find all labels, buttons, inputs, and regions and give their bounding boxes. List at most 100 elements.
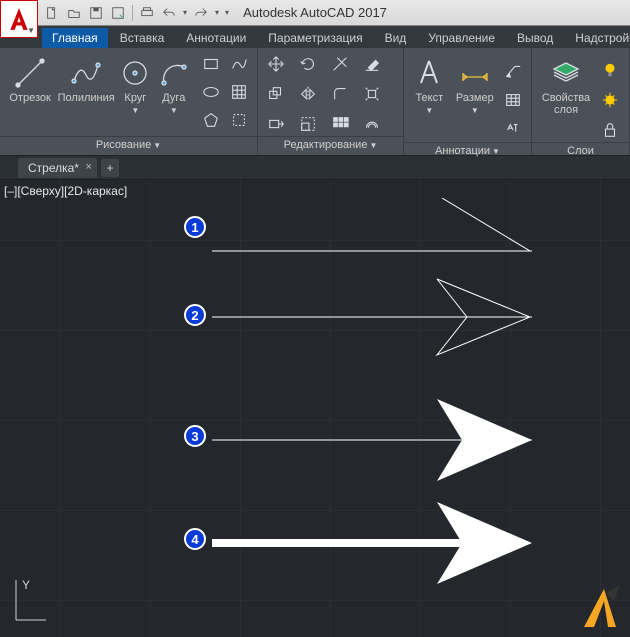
layer-small-tools bbox=[598, 58, 622, 142]
saveas-icon[interactable] bbox=[110, 5, 126, 21]
dimension-icon bbox=[458, 56, 492, 90]
text-icon bbox=[412, 56, 446, 90]
open-icon[interactable] bbox=[66, 5, 82, 21]
draw-small-tools bbox=[199, 52, 251, 132]
arrow-1 bbox=[212, 198, 532, 253]
text-button[interactable]: Текст ▼ bbox=[410, 52, 449, 115]
app-menu-button[interactable]: ▼ bbox=[0, 0, 38, 38]
panel-modify-title[interactable]: Редактирование▼ bbox=[258, 136, 403, 153]
arc-button[interactable]: Дуга ▼ bbox=[157, 52, 191, 115]
app-title: Autodesk AutoCAD 2017 bbox=[243, 5, 387, 20]
leader-icon[interactable] bbox=[501, 58, 525, 82]
polyline-label: Полилиния bbox=[58, 92, 115, 104]
file-tabs: Стрелка* × + bbox=[0, 156, 630, 180]
chevron-down-icon: ▼ bbox=[425, 106, 433, 115]
panel-draw-title[interactable]: Рисование▼ bbox=[0, 136, 257, 153]
tab-annotate[interactable]: Аннотации bbox=[176, 28, 256, 48]
arrow-2 bbox=[212, 277, 532, 357]
tab-insert[interactable]: Вставка bbox=[110, 28, 175, 48]
panel-layers-title[interactable]: Слои bbox=[532, 142, 629, 159]
modify-tools bbox=[264, 52, 386, 136]
marker-2: 2 bbox=[184, 304, 206, 326]
region-icon[interactable] bbox=[227, 108, 251, 132]
chevron-down-icon: ▼ bbox=[170, 106, 178, 115]
table-icon[interactable] bbox=[501, 88, 525, 112]
tab-output[interactable]: Вывод bbox=[507, 28, 563, 48]
erase-icon[interactable] bbox=[360, 52, 384, 76]
titlebar: ▼ ▾ ▾ ▾ Autodesk AutoCAD 2017 bbox=[0, 0, 630, 26]
move-icon[interactable] bbox=[264, 52, 288, 76]
tab-home[interactable]: Главная bbox=[42, 28, 108, 48]
tab-view[interactable]: Вид bbox=[375, 28, 417, 48]
tab-addins[interactable]: Надстройки bbox=[565, 28, 630, 48]
close-icon[interactable]: × bbox=[86, 161, 92, 173]
line-icon bbox=[13, 56, 47, 90]
panel-draw: Отрезок Полилиния Круг ▼ Дуга ▼ bbox=[0, 48, 258, 155]
circle-label: Круг bbox=[124, 92, 146, 104]
panel-modify: Редактирование▼ bbox=[258, 48, 404, 155]
redo-icon[interactable] bbox=[193, 5, 209, 21]
marker-1: 1 bbox=[184, 216, 206, 238]
panel-anno: Текст ▼ Размер ▼ Аннотации▼ bbox=[404, 48, 532, 155]
explode-icon[interactable] bbox=[360, 82, 384, 106]
panel-anno-title[interactable]: Аннотации▼ bbox=[404, 142, 531, 159]
undo-drop-icon[interactable]: ▾ bbox=[183, 8, 187, 17]
drawing-canvas[interactable]: [–][Сверху][2D-каркас] 1 2 3 4 Y bbox=[0, 180, 630, 637]
line-button[interactable]: Отрезок bbox=[6, 52, 54, 104]
spline-icon[interactable] bbox=[227, 52, 251, 76]
stretch-icon[interactable] bbox=[264, 112, 288, 136]
circle-icon bbox=[118, 56, 152, 90]
mirror-icon[interactable] bbox=[296, 82, 320, 106]
mtext-icon[interactable] bbox=[501, 118, 525, 142]
tab-manage[interactable]: Управление bbox=[418, 28, 505, 48]
qat-customize-icon[interactable]: ▾ bbox=[225, 8, 229, 17]
rotate-icon[interactable] bbox=[296, 52, 320, 76]
file-tab-active[interactable]: Стрелка* × bbox=[18, 158, 97, 178]
dimension-label: Размер bbox=[456, 92, 494, 104]
ribbon: Отрезок Полилиния Круг ▼ Дуга ▼ bbox=[0, 48, 630, 156]
trim-icon[interactable] bbox=[328, 52, 352, 76]
text-label: Текст bbox=[415, 92, 443, 104]
polyline-icon bbox=[69, 56, 103, 90]
ellipse-icon[interactable] bbox=[199, 80, 223, 104]
offset-icon[interactable] bbox=[360, 112, 384, 136]
polyline-button[interactable]: Полилиния bbox=[58, 52, 114, 104]
layer-props-button[interactable]: Свойства слоя bbox=[538, 52, 594, 116]
save-icon[interactable] bbox=[88, 5, 104, 21]
dimension-button[interactable]: Размер ▼ bbox=[453, 52, 497, 115]
undo-icon[interactable] bbox=[161, 5, 177, 21]
marker-3: 3 bbox=[184, 425, 206, 447]
anno-small-tools bbox=[501, 58, 525, 142]
bulb-icon[interactable] bbox=[598, 58, 622, 82]
chevron-down-icon: ▼ bbox=[27, 26, 35, 35]
viewport-controls[interactable]: [–][Сверху][2D-каркас] bbox=[4, 184, 127, 198]
layer-props-label: Свойства слоя bbox=[542, 92, 590, 116]
polygon-icon[interactable] bbox=[199, 108, 223, 132]
circle-button[interactable]: Круг ▼ bbox=[118, 52, 152, 115]
chevron-down-icon: ▼ bbox=[131, 106, 139, 115]
plot-icon[interactable] bbox=[139, 5, 155, 21]
panel-layers: Свойства слоя Слои bbox=[532, 48, 630, 155]
ucs-icon: Y bbox=[8, 575, 48, 625]
fillet-icon[interactable] bbox=[328, 82, 352, 106]
new-tab-button[interactable]: + bbox=[101, 159, 119, 177]
array-icon[interactable] bbox=[328, 112, 352, 136]
qat-separator bbox=[132, 5, 133, 21]
chevron-down-icon: ▼ bbox=[471, 106, 479, 115]
rect-icon[interactable] bbox=[199, 52, 223, 76]
quick-access-toolbar: ▾ ▾ ▾ bbox=[44, 5, 229, 21]
new-icon[interactable] bbox=[44, 5, 60, 21]
lock-icon[interactable] bbox=[598, 118, 622, 142]
scale-icon[interactable] bbox=[296, 112, 320, 136]
copy-icon[interactable] bbox=[264, 82, 288, 106]
freeze-icon[interactable] bbox=[598, 88, 622, 112]
redo-drop-icon[interactable]: ▾ bbox=[215, 8, 219, 17]
marker-4: 4 bbox=[184, 528, 206, 550]
corner-logo-icon bbox=[576, 583, 622, 629]
svg-text:Y: Y bbox=[22, 578, 30, 592]
arrow-3 bbox=[212, 395, 532, 485]
arrow-4 bbox=[212, 498, 532, 588]
line-label: Отрезок bbox=[9, 92, 50, 104]
hatch-icon[interactable] bbox=[227, 80, 251, 104]
tab-parametric[interactable]: Параметризация bbox=[258, 28, 372, 48]
